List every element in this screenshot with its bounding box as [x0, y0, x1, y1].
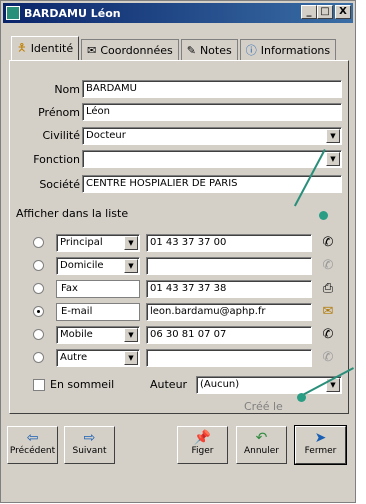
prenom-field[interactable]: Léon	[82, 103, 342, 121]
list-section-title: Afficher dans la liste	[16, 207, 129, 220]
button-label: Figer	[191, 446, 214, 456]
button-label: Fermer	[304, 446, 337, 456]
contact-type-select[interactable]: Autre ▼	[56, 349, 140, 367]
auteur-label: Auteur	[150, 378, 188, 391]
contact-type-label: E-mail	[56, 303, 140, 321]
chevron-down-icon[interactable]: ▼	[124, 236, 138, 250]
annuler-button[interactable]: ↶ Annuler	[236, 426, 287, 464]
minimize-button[interactable]: _	[301, 5, 317, 19]
arrow-right-icon: ⇨	[83, 430, 96, 446]
tab-informations[interactable]: ⓘ Informations	[239, 39, 337, 60]
envelope-icon: ✉	[87, 43, 97, 57]
contact-value-field[interactable]	[146, 257, 312, 275]
title-bar[interactable]: BARDAMU Léon _ □ X	[3, 3, 353, 23]
nom-field[interactable]: BARDAMU	[82, 80, 342, 98]
tab-notes[interactable]: ✎ Notes	[180, 39, 238, 60]
fonction-label: Fonction	[33, 153, 80, 166]
contact-type-value: Principal	[60, 237, 103, 248]
contact-radio[interactable]	[33, 283, 44, 294]
annotation-dot	[319, 211, 328, 220]
undo-icon: ↶	[255, 430, 268, 446]
tab-label: Coordonnées	[100, 43, 173, 57]
phone-icon[interactable]: ✆	[320, 327, 336, 342]
info-icon: ⓘ	[245, 44, 257, 57]
chevron-down-icon[interactable]: ▼	[326, 152, 340, 166]
tab-label: Notes	[199, 43, 232, 57]
contact-radio[interactable]	[33, 352, 44, 363]
figer-button[interactable]: 📌 Figer	[177, 426, 228, 464]
cree-le-label: Créé le	[244, 400, 283, 413]
contact-radio[interactable]	[33, 329, 44, 340]
phone-icon: ✆	[322, 350, 334, 365]
app-icon	[6, 6, 20, 20]
civilite-select[interactable]: Docteur ▼	[82, 127, 342, 145]
contact-value-field[interactable]	[146, 349, 312, 367]
tab-label: Identité	[30, 42, 74, 55]
person-icon: 🯅	[17, 41, 27, 54]
arrow-left-icon: ⇦	[26, 430, 39, 446]
prenom-label: Prénom	[38, 106, 80, 119]
button-label: Annuler	[243, 446, 279, 456]
contact-window: BARDAMU Léon _ □ X 🯅 Identité ✉ Coordonn…	[0, 0, 356, 503]
contact-type-value: Autre	[60, 352, 88, 363]
maximize-button[interactable]: □	[317, 5, 333, 19]
societe-label: Société	[39, 178, 80, 191]
en-sommeil-checkbox[interactable]	[33, 379, 45, 391]
button-label: Précédent	[9, 446, 56, 456]
contact-value-field[interactable]: 01 43 37 37 00	[146, 234, 312, 252]
fonction-select[interactable]: ▼	[82, 150, 342, 168]
close-button[interactable]: X	[335, 5, 351, 19]
chevron-down-icon[interactable]: ▼	[124, 259, 138, 273]
contact-value-field[interactable]: 06 30 81 07 07	[146, 326, 312, 344]
contact-radio[interactable]	[33, 306, 44, 317]
precedent-button[interactable]: ⇦ Précédent	[7, 426, 58, 464]
contact-type-value: Domicile	[60, 260, 104, 271]
tab-label: Informations	[260, 43, 331, 57]
pencil-icon: ✎	[186, 43, 196, 57]
tab-coordonnees[interactable]: ✉ Coordonnées	[81, 39, 179, 60]
chevron-right-icon: ➤	[314, 430, 327, 446]
contact-radio[interactable]	[33, 260, 44, 271]
contact-value-field[interactable]: leon.bardamu@aphp.fr	[146, 303, 312, 321]
phone-icon[interactable]: ✆	[320, 235, 336, 250]
civilite-value: Docteur	[86, 130, 126, 141]
fermer-button[interactable]: ➤ Fermer	[294, 425, 347, 465]
en-sommeil-label: En sommeil	[50, 378, 115, 391]
annotation-dot	[297, 393, 306, 402]
tab-strip: 🯅 Identité ✉ Coordonnées ✎ Notes ⓘ Infor…	[11, 36, 338, 60]
contact-type-select[interactable]: Mobile ▼	[56, 326, 140, 344]
fax-icon[interactable]: ⎙	[320, 281, 336, 296]
identity-panel: Nom BARDAMU Prénom Léon Civilité Docteur…	[9, 60, 349, 414]
tab-identite[interactable]: 🯅 Identité	[11, 36, 80, 60]
suivant-button[interactable]: ⇨ Suivant	[64, 426, 115, 464]
auteur-value: (Aucun)	[200, 379, 240, 390]
contact-type-select[interactable]: Domicile ▼	[56, 257, 140, 275]
chevron-down-icon[interactable]: ▼	[326, 129, 340, 143]
contact-radio[interactable]	[33, 237, 44, 248]
phone-icon: ✆	[322, 258, 334, 273]
window-title: BARDAMU Léon	[24, 6, 121, 20]
chevron-down-icon[interactable]: ▼	[124, 328, 138, 342]
civilite-label: Civilité	[42, 129, 81, 142]
nom-label: Nom	[54, 83, 80, 96]
pin-icon: 📌	[193, 430, 212, 446]
button-label: Suivant	[72, 446, 107, 456]
contact-type-value: Mobile	[60, 329, 93, 340]
contact-type-label: Fax	[56, 280, 140, 298]
email-icon[interactable]: ✉	[320, 304, 336, 319]
contact-value-field[interactable]: 01 43 37 37 38	[146, 280, 312, 298]
chevron-down-icon[interactable]: ▼	[124, 351, 138, 365]
contact-type-select[interactable]: Principal ▼	[56, 234, 140, 252]
